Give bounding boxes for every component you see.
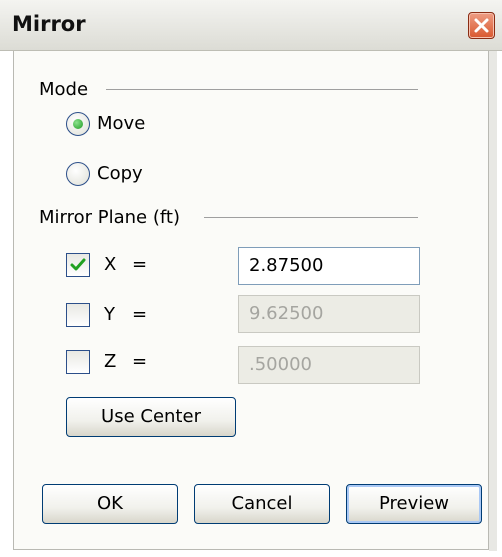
axis-x-label: X	[104, 254, 117, 275]
y-value-field: 9.62500	[238, 295, 420, 333]
title-bar[interactable]: Mirror	[0, 0, 502, 51]
axis-x-equals: =	[132, 254, 148, 275]
close-button[interactable]	[468, 12, 495, 39]
radio-copy-label[interactable]: Copy	[97, 163, 143, 184]
axis-y-equals: =	[132, 304, 148, 325]
x-value-field[interactable]: 2.87500	[238, 247, 420, 285]
preview-button[interactable]: Preview	[346, 484, 482, 524]
window-title: Mirror	[12, 12, 86, 36]
mirror-plane-divider	[204, 217, 418, 218]
radio-dot-icon	[73, 119, 83, 129]
axis-z-equals: =	[132, 351, 148, 372]
dialog-body: Mode Move Copy Mirror Plane (ft) X = 2.8…	[13, 51, 489, 550]
window-shadow	[489, 51, 497, 551]
axis-z-label: Z	[104, 351, 117, 372]
use-center-button[interactable]: Use Center	[66, 397, 236, 437]
axis-y-label: Y	[104, 304, 115, 325]
z-value-field: .50000	[238, 346, 420, 384]
ok-button[interactable]: OK	[42, 484, 178, 524]
mode-group-label: Mode	[39, 79, 89, 100]
checkbox-y[interactable]	[66, 303, 90, 327]
radio-move-label[interactable]: Move	[97, 113, 145, 134]
checkbox-z[interactable]	[66, 350, 90, 374]
mirror-plane-group-label: Mirror Plane (ft)	[39, 207, 180, 228]
checkbox-x[interactable]	[66, 253, 90, 277]
radio-move-button[interactable]	[66, 112, 90, 136]
checkmark-icon	[70, 258, 86, 271]
mode-divider	[106, 89, 418, 90]
cancel-button[interactable]: Cancel	[194, 484, 330, 524]
close-icon	[474, 18, 489, 33]
radio-copy-button[interactable]	[66, 162, 90, 186]
